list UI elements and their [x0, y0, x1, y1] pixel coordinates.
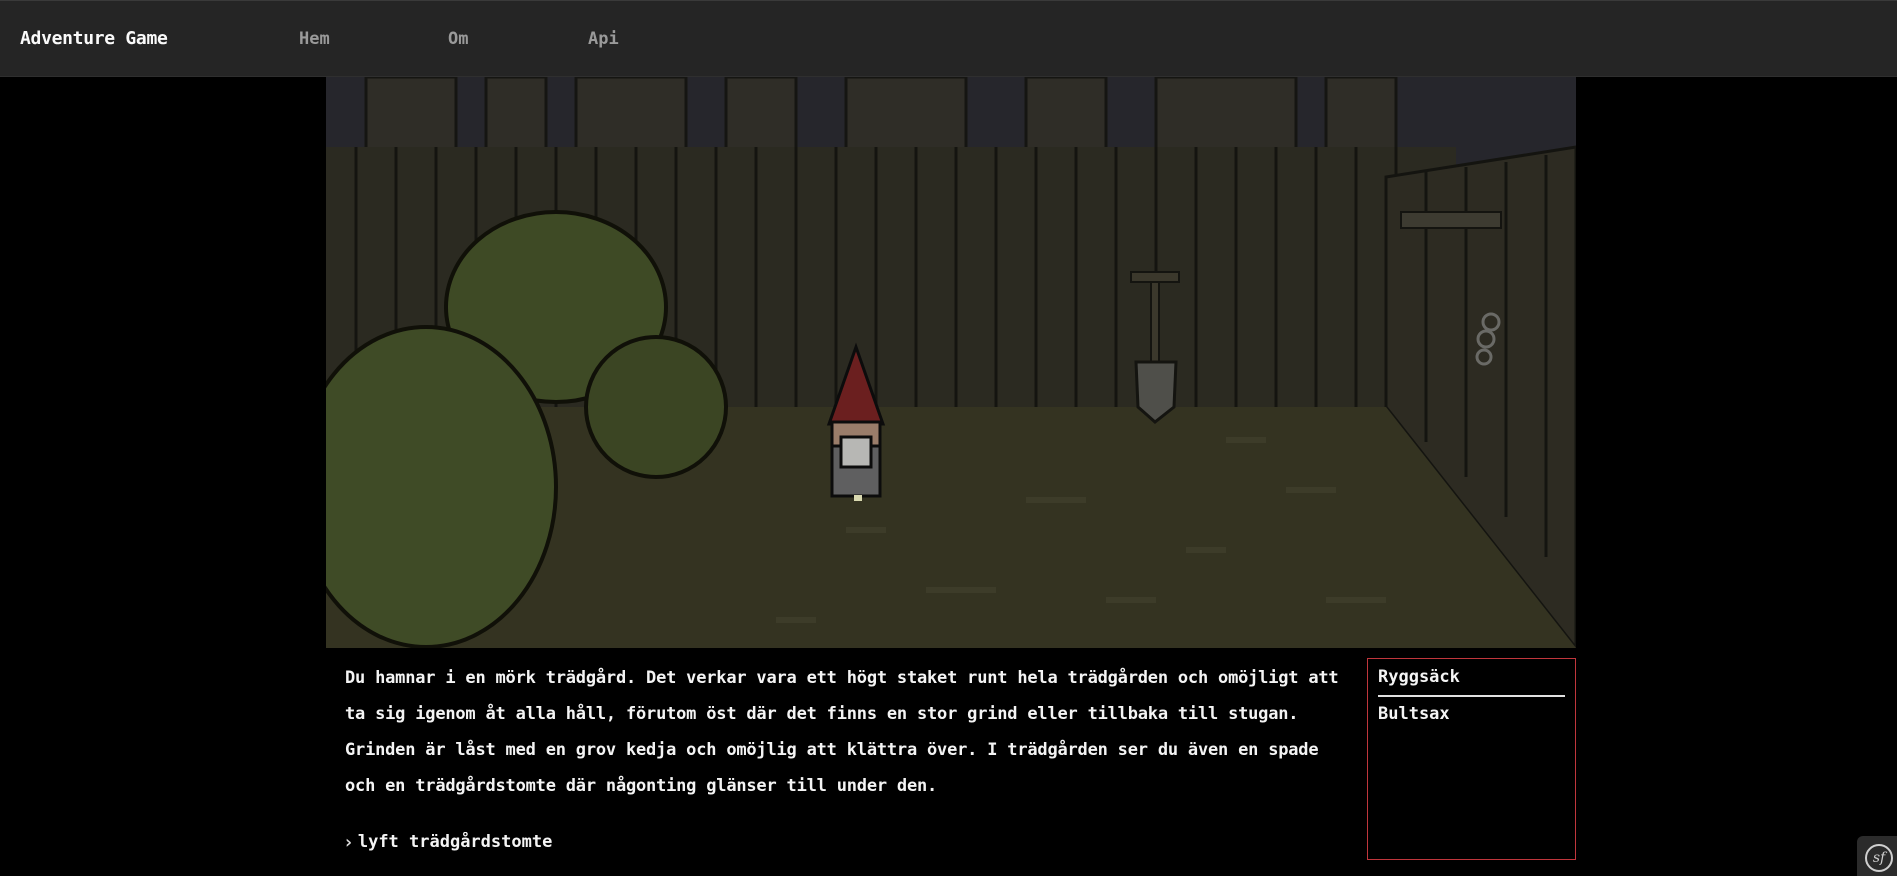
symfony-toolbar-toggle[interactable]: sf	[1857, 836, 1897, 876]
top-navbar: Adventure Game Hem Om Api	[0, 0, 1897, 77]
garden-scene-illustration	[326, 77, 1576, 648]
command-prompt: ›	[343, 828, 958, 856]
inventory-title: Ryggsäck	[1378, 667, 1460, 687]
symfony-icon: sf	[1865, 844, 1893, 872]
scene-description: Du hamnar i en mörk trädgård. Det verkar…	[345, 668, 1339, 796]
brand-link[interactable]: Adventure Game	[20, 28, 168, 49]
nav-link-om[interactable]: Om	[448, 29, 468, 49]
prompt-chevron-icon: ›	[343, 831, 354, 853]
inventory-item[interactable]: Bultsax	[1378, 704, 1450, 724]
nav-link-hem[interactable]: Hem	[299, 29, 330, 49]
command-input[interactable]	[357, 832, 958, 852]
inventory-divider	[1378, 695, 1565, 697]
game-scene-image	[326, 77, 1576, 648]
nav-link-api[interactable]: Api	[588, 29, 619, 49]
inventory-panel: Ryggsäck Bultsax	[1367, 658, 1576, 860]
